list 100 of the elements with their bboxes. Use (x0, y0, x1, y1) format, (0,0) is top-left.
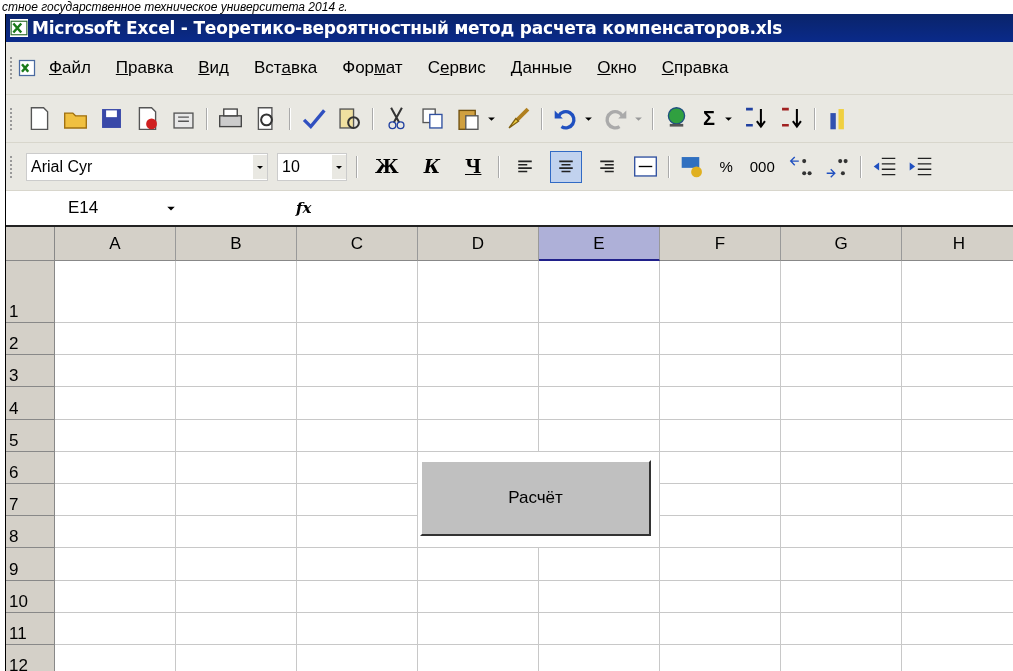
grid-cell[interactable] (55, 580, 176, 613)
align-center-button[interactable] (550, 150, 583, 183)
merge-center-icon[interactable] (632, 153, 660, 180)
grid-cell[interactable] (176, 261, 297, 323)
caret-icon[interactable] (724, 114, 733, 123)
column-header[interactable]: D (418, 227, 539, 261)
menu-item[interactable]: Окно (585, 58, 650, 78)
grid-cell[interactable] (418, 323, 539, 356)
grid-cell[interactable] (539, 387, 660, 420)
grid-cell[interactable] (781, 323, 902, 356)
grid-cell[interactable] (176, 387, 297, 420)
menu-item[interactable]: Данные (498, 58, 586, 78)
grid-cell[interactable] (55, 419, 176, 452)
grid-cell[interactable] (55, 355, 176, 388)
row-header[interactable]: 1 (6, 261, 55, 323)
grid-cell[interactable] (418, 612, 539, 645)
grid-cell[interactable] (55, 323, 176, 356)
font-dropdown[interactable]: Arial Cyr (26, 152, 268, 181)
research-icon[interactable] (336, 105, 363, 132)
grid-cell[interactable] (418, 261, 539, 323)
thousands-button[interactable]: 000 (745, 158, 779, 175)
grid-cell[interactable] (55, 516, 176, 549)
grid-cell[interactable] (539, 419, 660, 452)
grid-cell[interactable] (660, 419, 781, 452)
grid-cell[interactable] (539, 323, 660, 356)
grid-cell[interactable] (418, 387, 539, 420)
menu-item[interactable]: Сервис (415, 58, 499, 78)
grid-cell[interactable] (660, 261, 781, 323)
row-header[interactable]: 11 (6, 612, 55, 645)
grid-cell[interactable] (659, 483, 781, 517)
grid-cell[interactable] (418, 580, 539, 613)
grid-cell[interactable] (176, 451, 297, 484)
grid-cell[interactable] (539, 261, 660, 323)
column-header[interactable]: A (55, 227, 176, 261)
grid-cell[interactable] (539, 547, 660, 581)
grid-cell[interactable] (176, 580, 297, 613)
grid-cell[interactable] (176, 483, 297, 517)
grid-cell[interactable] (418, 547, 539, 581)
row-header[interactable]: 5 (6, 419, 55, 452)
column-header[interactable]: F (660, 227, 781, 261)
grid-cell[interactable] (660, 548, 781, 581)
grid-cell[interactable] (297, 323, 418, 356)
font-size-dropdown[interactable]: 10 (277, 152, 347, 181)
menu-item[interactable]: Файл (37, 58, 104, 78)
grid-cell[interactable] (781, 548, 902, 581)
grid-cell[interactable] (297, 261, 418, 323)
grid-cell[interactable] (176, 516, 297, 549)
percent-button[interactable]: % (715, 158, 737, 175)
grid-cell[interactable] (418, 419, 539, 452)
column-header[interactable]: C (297, 227, 418, 261)
bold-button[interactable]: Ж (367, 156, 407, 177)
grid-cell[interactable] (660, 323, 781, 356)
caret-icon[interactable] (487, 114, 496, 123)
grid-cell[interactable] (660, 387, 781, 420)
grid-cell[interactable] (781, 483, 902, 517)
column-header[interactable]: H (902, 227, 1013, 261)
insert-function-button[interactable]: fx (296, 199, 326, 217)
grid-cell[interactable] (55, 261, 176, 323)
grid-cell[interactable] (55, 548, 176, 581)
grid-cell[interactable] (297, 387, 418, 420)
grid-cell[interactable] (297, 612, 418, 645)
grid-cell[interactable] (55, 612, 176, 645)
grid-cell[interactable] (297, 355, 418, 388)
grid-cell[interactable] (55, 483, 176, 517)
grid-cell[interactable] (297, 451, 418, 484)
row-header[interactable]: 7 (6, 483, 55, 517)
menu-item[interactable]: Справка (649, 58, 742, 78)
caret-icon[interactable] (584, 114, 593, 123)
grid-cell[interactable] (418, 355, 539, 388)
column-header[interactable]: E (539, 227, 660, 261)
grid-cell[interactable] (660, 580, 781, 613)
grid-cell[interactable] (176, 355, 297, 388)
menu-item[interactable]: Правка (103, 58, 187, 78)
grid-cell[interactable] (297, 516, 418, 549)
grid-cell[interactable] (660, 612, 781, 645)
calculate-button[interactable]: Расчёт (420, 460, 651, 536)
grid-cell[interactable] (297, 419, 418, 452)
grid-cell[interactable] (55, 387, 176, 420)
italic-button[interactable]: К (415, 156, 448, 177)
grid-cell[interactable] (539, 580, 660, 613)
grid-cell[interactable] (781, 612, 902, 645)
menu-item[interactable]: Вставка (242, 58, 331, 78)
underline-button[interactable]: Ч (457, 156, 490, 177)
grid-cell[interactable] (297, 580, 418, 613)
grid-cell[interactable] (659, 451, 781, 484)
grid-cell[interactable] (781, 419, 902, 452)
grid-cell[interactable] (176, 548, 297, 581)
menu-item[interactable]: Формат (330, 58, 416, 78)
row-header[interactable]: 6 (6, 451, 55, 484)
grid-cell[interactable] (781, 355, 902, 388)
grid-cell[interactable] (539, 355, 660, 388)
grid-cell[interactable] (176, 419, 297, 452)
row-header[interactable]: 12 (6, 644, 55, 671)
grid-cell[interactable] (55, 451, 176, 484)
grid-cell[interactable] (539, 612, 660, 645)
autosum-button[interactable]: Σ (699, 107, 719, 130)
grid-cell[interactable] (297, 548, 418, 581)
grid-cell[interactable] (660, 355, 781, 388)
row-header[interactable]: 4 (6, 387, 55, 420)
grid-cell[interactable] (176, 323, 297, 356)
